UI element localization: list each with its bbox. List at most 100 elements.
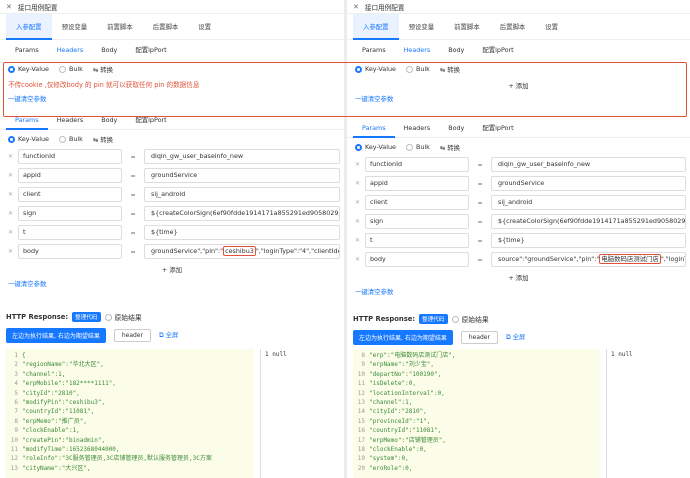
toggle-result-button[interactable]: 左边为执行结果, 右边为期望结果 [6,327,106,343]
tab-ipport[interactable]: 配置ipPort [473,40,522,60]
tab-post-script[interactable]: 后置脚本 [490,14,536,40]
param-row: ✕ t = ${time} [347,232,690,249]
result-code[interactable]: 8 "erp":"电脑数码店测试门店", 9 "erpName":"刘少宝", 10… [353,349,600,478]
fullscreen-button[interactable]: ⧉ 全屏 [159,330,178,340]
tab-preset-vars[interactable]: 预设变量 [52,14,98,40]
main-tabs: 入参配置 预设变量 前置脚本 后置脚本 设置 [0,13,344,40]
remove-icon[interactable]: ✕ [8,153,15,160]
remove-icon[interactable]: ✕ [8,210,15,217]
clear-params-link-2[interactable]: 一键清空参数 [347,284,690,300]
param-value[interactable]: groundService [491,176,686,191]
tab-pre-script[interactable]: 前置脚本 [97,14,143,40]
tab-body[interactable]: Body [439,40,473,60]
clear-params-link-2[interactable]: 一键清空参数 [0,276,344,292]
tab-headers-2[interactable]: Headers [395,118,440,138]
fullscreen-icon: ⧉ [158,331,166,339]
tab-headers[interactable]: Headers [48,40,93,60]
radio-key-value-2[interactable]: Key-Value [8,135,49,143]
param-key[interactable]: t [365,233,469,248]
tab-ipport[interactable]: 配置ipPort [126,40,175,60]
param-value[interactable]: ${time} [491,233,686,248]
radio-key-value-2[interactable]: Key-Value [355,143,396,151]
remove-icon[interactable]: ✕ [8,248,15,255]
add-param-button[interactable]: + 添加 [0,262,344,276]
header-button[interactable]: header [113,328,151,342]
tab-params[interactable]: Params [6,40,48,60]
radio-bulk-2[interactable]: Bulk [58,135,83,143]
param-key[interactable]: appid [18,168,122,183]
param-key[interactable]: body [365,252,469,267]
param-key[interactable]: body [18,244,122,259]
format-badge[interactable]: 整理代码 [72,312,101,322]
param-value-body[interactable]: groundService","pin":" ceshibu3 ","loginTy… [144,244,340,259]
line-content: "countryId":"11081", [369,427,442,435]
param-value[interactable]: sij_android [491,195,686,210]
param-key[interactable]: functionId [18,149,122,164]
param-value[interactable]: ${createColorSign(6ef90fdde1914171a85529… [491,214,686,229]
tab-settings[interactable]: 设置 [188,14,221,40]
radio-bulk-2[interactable]: Bulk [405,143,430,151]
param-value[interactable]: ${createColorSign(6ef90fdde1914171a85529… [144,206,340,221]
add-param-button[interactable]: + 添加 [347,270,690,284]
remove-icon[interactable]: ✕ [355,180,362,187]
param-key[interactable]: client [365,195,469,210]
raw-result-radio[interactable]: 原始结果 [104,312,142,322]
param-key[interactable]: client [18,187,122,202]
line-number: 13 [357,398,365,406]
param-key[interactable]: t [18,225,122,240]
remove-icon[interactable]: ✕ [8,191,15,198]
tab-pre-script[interactable]: 前置脚本 [444,14,490,40]
param-value[interactable]: sij_android [144,187,340,202]
raw-result-radio[interactable]: 原始结果 [451,314,489,324]
remove-icon[interactable]: ✕ [355,256,362,263]
request-tabs-2: Params Headers Body 配置ipPort [347,40,690,60]
tab-body-2[interactable]: Body [439,118,473,138]
remove-icon[interactable]: ✕ [355,237,362,244]
fullscreen-button[interactable]: ⧉ 全屏 [506,332,525,342]
param-value-body[interactable]: source":"groundService","pin":" 电脑数码店测试门店… [491,252,686,267]
code-line: 1{ [6,351,254,360]
remove-icon[interactable]: ✕ [355,199,362,206]
param-value[interactable]: diqin_gw_user_baseinfo_new [144,149,340,164]
tab-params[interactable]: Params [353,40,395,60]
tab-preset-vars[interactable]: 预设变量 [399,14,445,40]
line-content: "countryId":"11081", [22,408,95,416]
convert-button-2[interactable]: ⇆ 转换 [440,143,460,152]
param-key[interactable]: sign [18,206,122,221]
line-number: 5 [14,389,18,397]
result-code[interactable]: 1{2 "regionName":"华北大区", 3 "channel":1, 4 … [6,349,254,478]
param-key[interactable]: sign [365,214,469,229]
close-icon[interactable]: ✕ [6,3,12,11]
toggle-result-button[interactable]: 左边为执行结果, 右边为期望结果 [353,329,453,345]
tab-post-script[interactable]: 后置脚本 [143,14,189,40]
tab-params-2[interactable]: Params [353,118,395,138]
expected-pane[interactable]: 1 null [606,349,690,478]
tab-body[interactable]: Body [92,40,126,60]
tab-input-params[interactable]: 入参配置 [353,13,399,40]
code-line: 5 "cityId":"2810", [6,389,254,398]
expected-pane[interactable]: 1 null [260,349,344,478]
tab-ipport-2[interactable]: 配置ipPort [473,118,522,138]
response-title: HTTP Response: [353,315,416,323]
param-value[interactable]: diqin_gw_user_baseinfo_new [491,157,686,172]
line-content: "provinceId":"1", [369,417,431,425]
header-button[interactable]: header [460,330,498,344]
remove-icon[interactable]: ✕ [8,172,15,179]
tab-input-params[interactable]: 入参配置 [6,13,52,40]
tab-settings[interactable]: 设置 [535,14,568,40]
param-key[interactable]: functionId [365,157,469,172]
line-number: 9 [361,361,365,369]
param-value[interactable]: groundService [144,168,340,183]
param-key[interactable]: appid [365,176,469,191]
line-content: { [22,352,26,359]
remove-icon[interactable]: ✕ [8,229,15,236]
tab-headers[interactable]: Headers [395,40,440,60]
line-content: "departNo":"100190", [369,370,442,378]
convert-button-2[interactable]: ⇆ 转换 [93,135,113,144]
param-value[interactable]: ${time} [144,225,340,240]
format-badge[interactable]: 整理代码 [419,314,448,324]
remove-icon[interactable]: ✕ [355,161,362,168]
remove-icon[interactable]: ✕ [355,218,362,225]
close-icon[interactable]: ✕ [353,3,359,11]
line-content: "erpMemo":"推广员", [22,417,87,425]
